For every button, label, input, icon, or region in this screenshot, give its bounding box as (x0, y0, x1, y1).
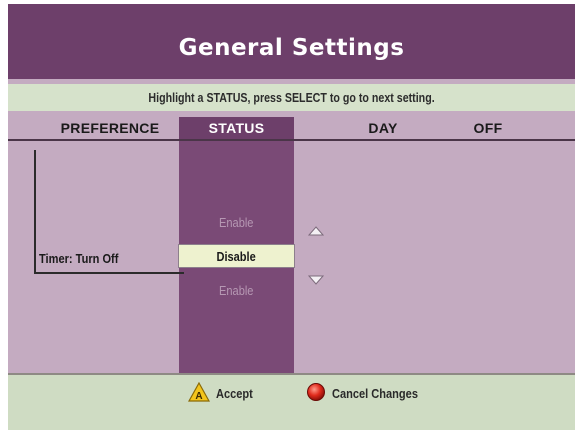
triangle-down-icon[interactable] (308, 274, 324, 286)
hint-bar: Highlight a STATUS, press SELECT to go t… (8, 84, 575, 111)
hint-text: Highlight a STATUS, press SELECT to go t… (148, 90, 435, 105)
column-header-row: PREFERENCE STATUS DAY OFF (8, 117, 575, 139)
red-circle-icon (306, 382, 326, 405)
cancel-changes-button[interactable]: Cancel Changes (306, 381, 433, 405)
triangle-up-icon[interactable] (308, 225, 324, 237)
accept-label: Accept (216, 385, 253, 401)
title-bar: General Settings (8, 4, 575, 79)
yellow-triangle-a-icon: A (187, 381, 211, 405)
settings-screen: General Settings Highlight a STATUS, pre… (8, 4, 575, 430)
row-bracket-horizontal (34, 272, 184, 274)
column-header-day[interactable]: DAY (338, 117, 428, 139)
preference-label: Timer: Turn Off (39, 250, 119, 266)
accept-button[interactable]: A Accept (187, 381, 259, 405)
column-header-preference: PREFERENCE (60, 120, 160, 136)
cancel-changes-label: Cancel Changes (332, 385, 418, 401)
row-bracket-vertical (34, 150, 36, 274)
status-option-selected[interactable]: Disable (178, 244, 295, 268)
footer-bar: A Accept Cancel Changes (8, 375, 575, 430)
status-option-selected-label: Disable (216, 248, 257, 264)
column-header-off[interactable]: OFF (448, 117, 528, 139)
status-option-next-label: Enable (219, 282, 254, 298)
status-option-previous-label: Enable (219, 214, 254, 230)
column-header-status[interactable]: STATUS (179, 117, 294, 139)
status-option-previous[interactable]: Enable (179, 210, 294, 234)
status-option-next[interactable]: Enable (179, 278, 294, 302)
page-title: General Settings (178, 34, 405, 61)
svg-text:A: A (195, 391, 202, 402)
